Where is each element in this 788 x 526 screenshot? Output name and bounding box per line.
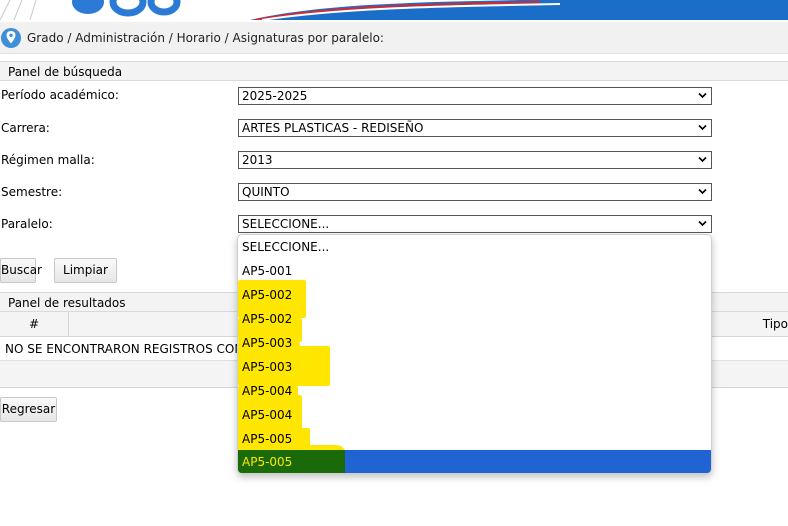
- option-2[interactable]: AP5-002: [238, 283, 711, 307]
- banner-graphic: [0, 0, 788, 20]
- carrera-label: Carrera:: [1, 121, 50, 135]
- paralelo-dropdown-list[interactable]: SELECCIONE... AP5-001 AP5-002 AP5-002 AP…: [237, 234, 712, 474]
- option-3[interactable]: AP5-002: [238, 307, 711, 331]
- back-button[interactable]: Regresar: [0, 397, 57, 422]
- location-pin-icon: [1, 27, 21, 48]
- carrera-select[interactable]: ARTES PLASTICAS - REDISEÑO: [238, 119, 712, 137]
- chevron-down-icon: [698, 92, 707, 99]
- semestre-select-value: QUINTO: [242, 185, 290, 199]
- periodo-label: Período académico:: [1, 88, 119, 102]
- breadcrumb-text: Grado / Administración / Horario / Asign…: [27, 30, 384, 45]
- breadcrumb: Grado / Administración / Horario / Asign…: [0, 22, 788, 54]
- option-6[interactable]: AP5-004: [238, 379, 711, 403]
- semestre-select[interactable]: QUINTO: [238, 183, 712, 201]
- carrera-select-value: ARTES PLASTICAS - REDISEÑO: [242, 121, 424, 135]
- chevron-down-icon: [698, 220, 707, 227]
- option-9-label: AP5-005: [242, 455, 293, 469]
- clear-button[interactable]: Limpiar: [54, 258, 117, 283]
- paralelo-label: Paralelo:: [1, 217, 53, 231]
- column-header-number[interactable]: #: [0, 312, 69, 337]
- periodo-select-value: 2025-2025: [242, 89, 308, 103]
- chevron-down-icon: [698, 124, 707, 131]
- option-1[interactable]: AP5-001: [238, 259, 711, 283]
- regimen-label: Régimen malla:: [1, 153, 95, 167]
- option-4[interactable]: AP5-003: [238, 331, 711, 355]
- option-9-selected[interactable]: AP5-005: [238, 450, 711, 473]
- search-panel-title: Panel de búsqueda: [0, 61, 788, 81]
- column-header-tipo[interactable]: Tipo: [763, 312, 788, 337]
- option-8[interactable]: AP5-005: [238, 427, 711, 451]
- semestre-label: Semestre:: [1, 185, 63, 199]
- paralelo-select[interactable]: SELECCIONE...: [238, 215, 712, 233]
- chevron-down-icon: [698, 156, 707, 163]
- option-5[interactable]: AP5-003: [238, 355, 711, 379]
- option-7[interactable]: AP5-004: [238, 403, 711, 427]
- option-0[interactable]: SELECCIONE...: [238, 235, 711, 259]
- paralelo-select-value: SELECCIONE...: [242, 217, 330, 231]
- chevron-down-icon: [698, 188, 707, 195]
- regimen-select[interactable]: 2013: [238, 151, 712, 169]
- periodo-select[interactable]: 2025-2025: [238, 87, 712, 105]
- regimen-select-value: 2013: [242, 153, 273, 167]
- search-button[interactable]: Buscar: [0, 258, 42, 283]
- header-banner: [0, 0, 788, 20]
